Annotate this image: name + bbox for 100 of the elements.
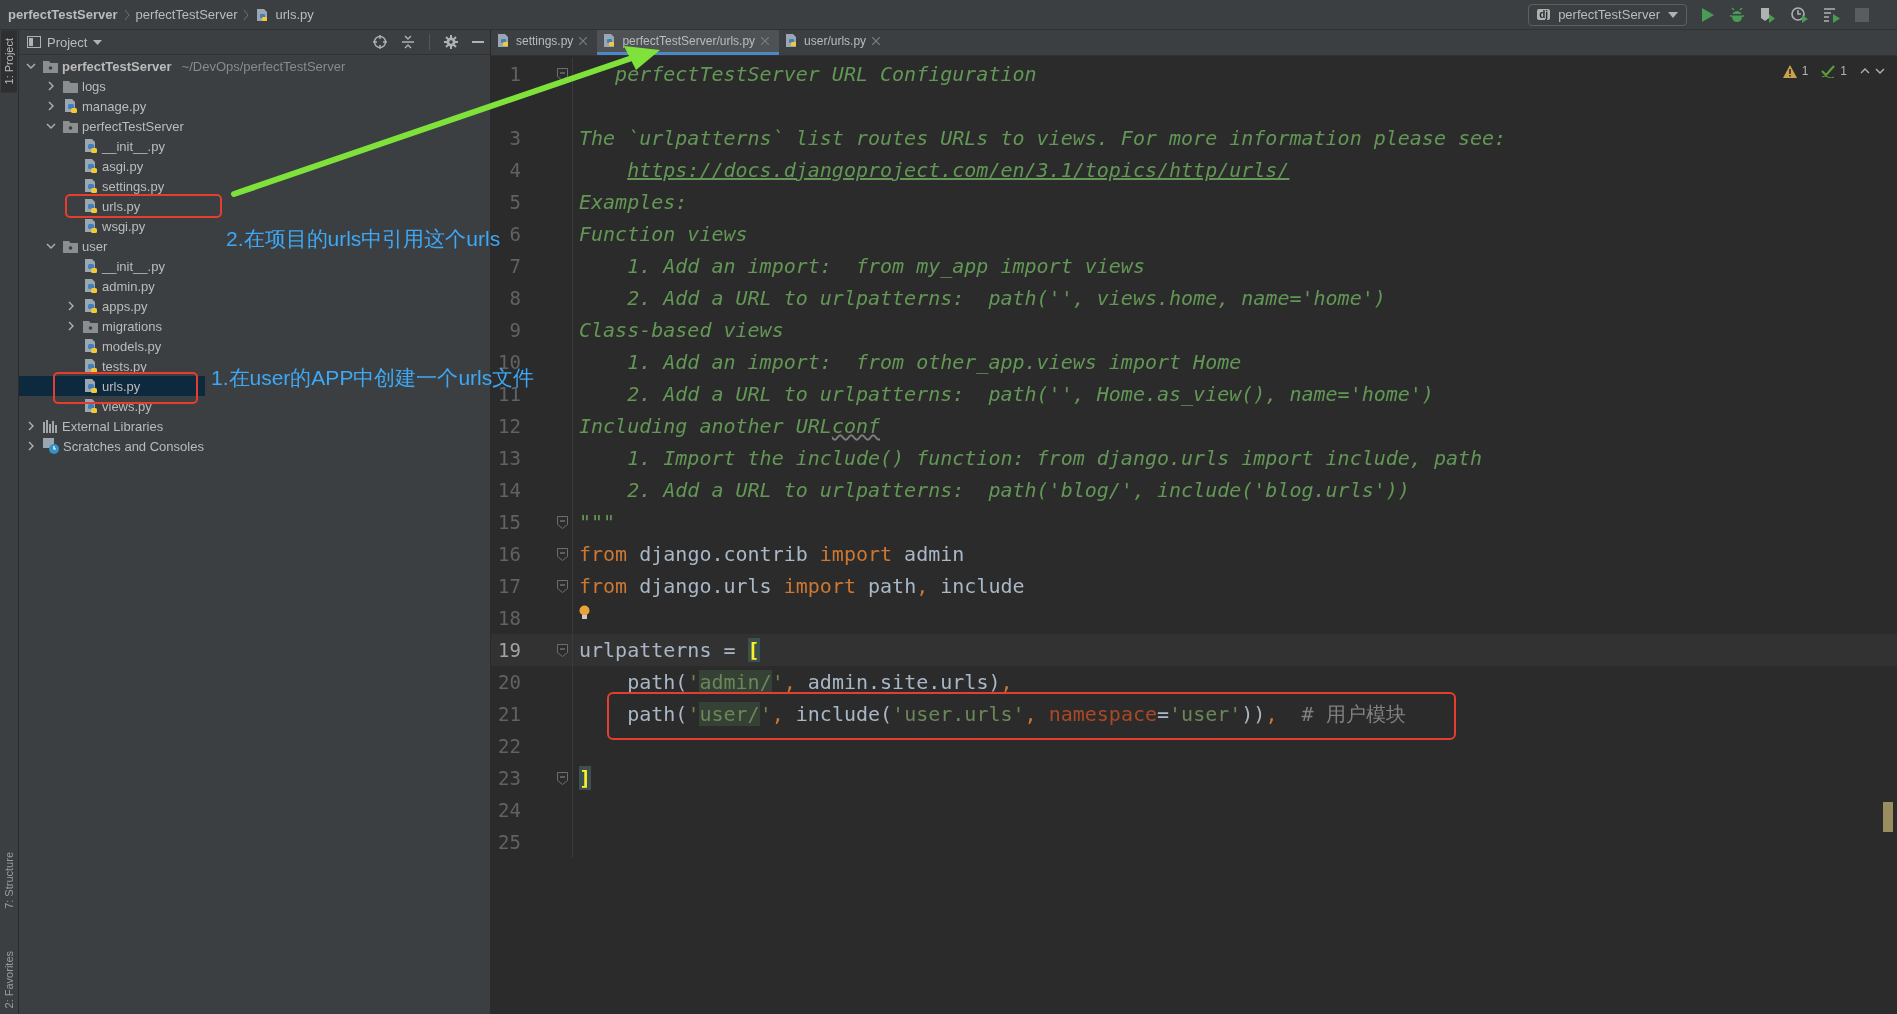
checkmark-icon[interactable] [1821, 64, 1836, 78]
tree-item[interactable]: __init__.py [19, 256, 205, 276]
breadcrumb[interactable]: perfectTestServer [8, 7, 118, 22]
chevron-up-icon[interactable] [1860, 68, 1870, 74]
editor-tab[interactable]: settings.py [491, 30, 598, 55]
locate-icon[interactable] [373, 35, 387, 49]
fold-marker-icon[interactable] [557, 579, 568, 593]
tool-window-tab[interactable]: 2: Favorites [3, 944, 15, 1014]
code-line: 1. Import the include() function: from django.urls import include, path [626, 446, 1483, 470]
profiler-icon[interactable] [1791, 6, 1809, 23]
line-number: 12 [498, 415, 521, 437]
chevron-right-icon[interactable] [26, 441, 36, 451]
tree-item[interactable]: models.py [19, 336, 205, 356]
python-file-icon [83, 178, 98, 194]
chevron-right-icon[interactable] [46, 81, 56, 91]
line-number: 24 [498, 799, 521, 821]
collapse-all-icon[interactable] [401, 35, 415, 49]
library-icon [43, 419, 58, 433]
python-file-icon [83, 138, 98, 154]
folder-icon [63, 119, 78, 133]
line-number: 20 [498, 671, 521, 693]
scratch-icon [43, 438, 59, 454]
warning-count: 1 [1801, 64, 1809, 78]
chevron-down-icon[interactable] [1875, 68, 1885, 74]
project-tool-tab[interactable]: 1: Project [1, 30, 17, 93]
chevron-right-icon[interactable] [66, 301, 76, 311]
folder-icon [63, 239, 78, 253]
python-file-icon [83, 298, 98, 314]
tool-window-tab[interactable]: 7: Structure [3, 845, 15, 915]
python-file-icon [785, 34, 799, 48]
tree-item[interactable]: user [19, 236, 205, 256]
tree-item[interactable]: asgi.py [19, 156, 205, 176]
tree-item[interactable]: perfectTestServer [19, 116, 205, 136]
tree-item[interactable]: settings.py [19, 176, 205, 196]
python-file-icon [83, 378, 98, 394]
tree-item[interactable]: manage.py [19, 96, 205, 116]
line-number: 15 [498, 511, 521, 533]
chevron-down-icon[interactable] [46, 121, 56, 131]
python-file-icon [63, 98, 78, 114]
code-line: Examples: [579, 190, 688, 214]
chevron-down-icon[interactable] [46, 241, 56, 251]
python-file-icon [83, 358, 98, 374]
chevron-right-icon[interactable] [26, 421, 36, 431]
fold-marker-icon[interactable] [557, 67, 568, 81]
folder-icon [43, 59, 58, 73]
tree-item[interactable]: perfectTestServer ~/DevOps/perfectTestServer [19, 56, 350, 76]
chevron-icon [123, 8, 130, 21]
fold-marker-icon[interactable] [557, 771, 568, 785]
error-stripe-mark [1883, 802, 1893, 832]
fold-marker-icon[interactable] [557, 643, 568, 657]
tree-item[interactable]: Scratches and Consoles [19, 436, 208, 456]
tree-item[interactable]: tests.py [19, 356, 205, 376]
code-line: Class-based views [579, 318, 784, 342]
settings-icon[interactable] [444, 35, 458, 49]
code-line: The `urlpatterns` list routes URLs to views. For more information please see: [579, 126, 1507, 150]
python-file-icon [83, 218, 98, 234]
close-icon[interactable] [872, 37, 881, 45]
python-file-icon [83, 198, 98, 214]
line-number: 9 [509, 319, 521, 341]
code-line: 2. Add a URL to urlpatterns: path('blog/', include('blog.urls')) [626, 478, 1410, 502]
close-icon[interactable] [579, 37, 588, 45]
python-file-icon [83, 398, 98, 414]
line-number: 6 [509, 223, 521, 245]
editor-tab[interactable]: user/urls.py [779, 30, 891, 55]
python-file-icon [497, 34, 510, 48]
concurrency-icon[interactable] [1823, 6, 1841, 23]
line-number: 19 [498, 639, 521, 661]
chevron-down-icon[interactable] [26, 61, 36, 71]
breadcrumb[interactable]: perfectTestServer [135, 7, 238, 22]
warning-icon[interactable] [1782, 64, 1797, 78]
bug-icon[interactable] [1729, 6, 1745, 23]
tree-item[interactable]: migrations [19, 316, 205, 336]
tree-item[interactable]: urls.py [19, 196, 205, 216]
tree-item[interactable]: admin.py [19, 276, 205, 296]
project-view-dropdown[interactable]: Project [27, 34, 103, 50]
fold-marker-icon[interactable] [557, 547, 568, 561]
code-line: Function views [579, 222, 748, 246]
tree-item[interactable]: urls.py [19, 376, 205, 396]
chevron-right-icon[interactable] [46, 101, 56, 111]
run-icon[interactable] [1701, 6, 1715, 23]
editor-tab[interactable]: perfectTestServer/urls.py [597, 30, 780, 55]
code-line: from django.urls import path, include [579, 574, 1025, 598]
breadcrumb[interactable]: urls.py [275, 7, 314, 22]
tree-item[interactable]: External Libraries [19, 416, 205, 436]
coverage-icon[interactable] [1759, 6, 1777, 23]
chevron-right-icon[interactable] [66, 321, 76, 331]
tree-item[interactable]: apps.py [19, 296, 205, 316]
tree-item[interactable]: wsgi.py [19, 216, 205, 236]
run-configuration-dropdown[interactable]: dj perfectTestServer [1528, 3, 1687, 26]
line-number: 23 [498, 767, 521, 789]
python-file-icon [83, 158, 98, 174]
fold-marker-icon[interactable] [557, 515, 568, 529]
django-badge: dj [1537, 9, 1551, 20]
annotation-text: 2.在项目的urls中引用这个urls [226, 226, 501, 252]
tree-item[interactable]: views.py [19, 396, 205, 416]
tree-item[interactable]: __init__.py [19, 136, 205, 156]
lightbulb-icon[interactable] [579, 605, 590, 620]
tree-item[interactable]: logs [19, 76, 205, 96]
line-number: 25 [498, 831, 521, 853]
python-file-icon [83, 258, 98, 274]
